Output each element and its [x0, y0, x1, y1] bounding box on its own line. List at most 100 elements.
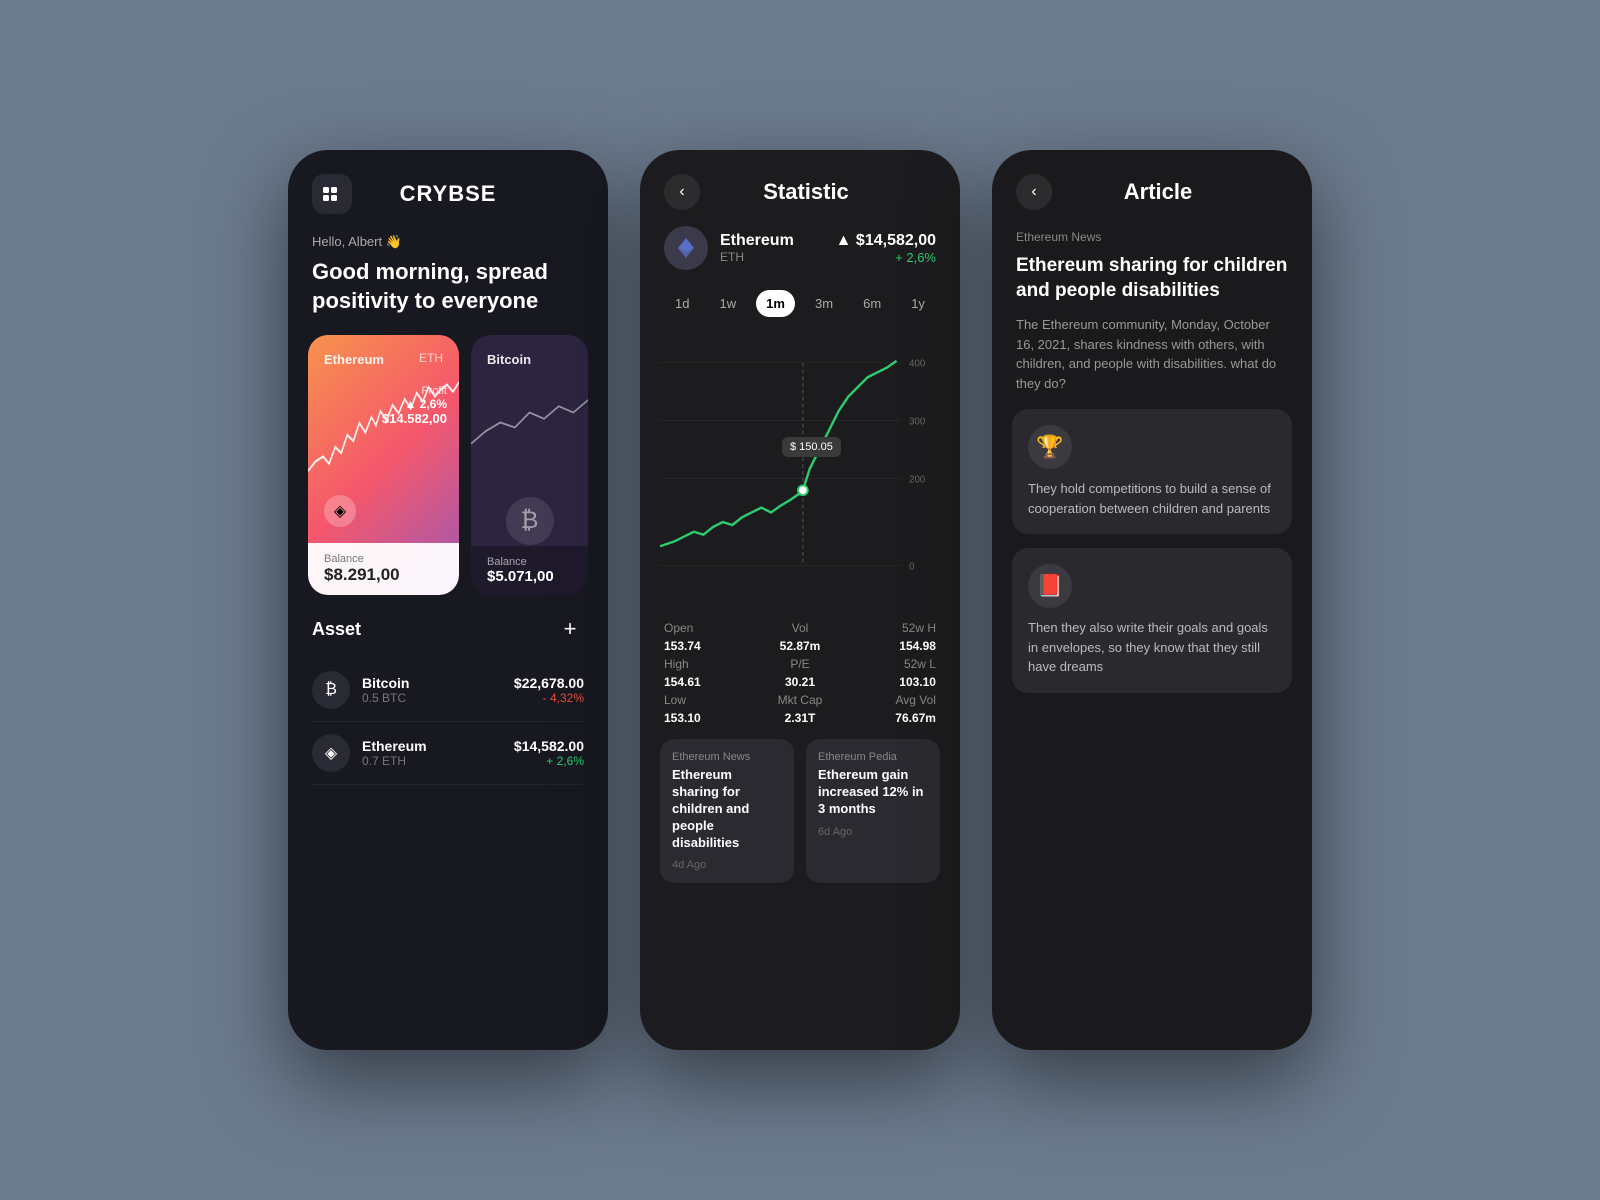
news-section: Ethereum News Ethereum sharing for child… — [640, 725, 960, 883]
article-block-2: 📕 Then they also write their goals and g… — [1012, 548, 1292, 693]
stat-vol-val: 52.87m — [755, 639, 846, 653]
btc-asset-info: Bitcoin 0.5 BTC — [362, 675, 409, 705]
stat-avgvol-label: Avg Vol — [845, 693, 936, 707]
stat-pe-val: 30.21 — [755, 675, 846, 689]
tf-6m[interactable]: 6m — [853, 290, 891, 317]
menu-button[interactable] — [312, 174, 352, 214]
tf-1y[interactable]: 1y — [901, 290, 935, 317]
btc-card[interactable]: Bitcoin ₿ Balance $5.071,00 — [471, 335, 588, 595]
coin-info-row: Ethereum ETH ▲ $14,582,00 + 2,6% — [640, 226, 960, 286]
coin-symbol: ETH — [720, 250, 794, 264]
article-block-1-text: They hold competitions to build a sense … — [1028, 479, 1276, 518]
stat-52wh-val: 154.98 — [845, 639, 936, 653]
tf-1w[interactable]: 1w — [710, 290, 747, 317]
eth-asset-price: $14,582.00 — [514, 738, 584, 754]
svg-text:400: 400 — [909, 359, 925, 370]
greeting-text: Hello, Albert 👋 — [288, 226, 608, 254]
news-card-2[interactable]: Ethereum Pedia Ethereum gain increased 1… — [806, 739, 940, 883]
phones-container: CRYBSE Hello, Albert 👋 Good morning, spr… — [288, 150, 1312, 1050]
btc-icon: ₿ — [506, 497, 554, 545]
coin-change: + 2,6% — [836, 250, 936, 265]
phone-article: ‹ Article Ethereum News Ethereum sharing… — [992, 150, 1312, 1050]
coin-price: ▲ $14,582,00 — [836, 232, 936, 250]
btc-balance-section: Balance $5.071,00 — [471, 546, 588, 595]
coin-price-block: ▲ $14,582,00 + 2,6% — [836, 232, 936, 265]
news-age-1: 4d Ago — [672, 859, 782, 871]
news-card-1[interactable]: Ethereum News Ethereum sharing for child… — [660, 739, 794, 883]
back-button-statistic[interactable]: ‹ — [664, 174, 700, 210]
eth-coin-avatar — [664, 226, 708, 270]
stat-avgvol-val: 76.67m — [845, 711, 936, 725]
tf-3m[interactable]: 3m — [805, 290, 843, 317]
stat-mktcap-label: Mkt Cap — [755, 693, 846, 707]
stat-open-val: 153.74 — [664, 639, 755, 653]
p1-header: CRYBSE — [288, 150, 608, 226]
phone-home: CRYBSE Hello, Albert 👋 Good morning, spr… — [288, 150, 608, 1050]
stat-low-val: 153.10 — [664, 711, 755, 725]
coin-name: Ethereum — [720, 232, 794, 250]
eth-asset-icon: ◈ — [312, 734, 350, 772]
eth-asset-qty: 0.7 ETH — [362, 754, 427, 768]
btc-asset-icon: ₿ — [312, 671, 350, 709]
p3-header: ‹ Article — [992, 150, 1312, 226]
stats-grid: Open Vol 52w H 153.74 52.87m 154.98 High… — [640, 609, 960, 725]
article-source: Ethereum News — [992, 226, 1312, 248]
news-title-1: Ethereum sharing for children and people… — [672, 767, 782, 851]
news-source-2: Ethereum Pedia — [818, 751, 928, 763]
article-block-1: 🏆 They hold competitions to build a sens… — [1012, 409, 1292, 534]
stat-mktcap-val: 2.31T — [755, 711, 846, 725]
btc-asset-change: - 4,32% — [514, 691, 584, 705]
eth-icon: ◈ — [324, 495, 356, 527]
app-logo: CRYBSE — [400, 181, 497, 207]
svg-text:0: 0 — [909, 561, 914, 572]
eth-price-box: $14,582.00 + 2,6% — [514, 738, 584, 768]
svg-text:300: 300 — [909, 417, 925, 428]
statistic-title: Statistic — [712, 179, 900, 205]
tf-1d[interactable]: 1d — [665, 290, 699, 317]
asset-item-btc[interactable]: ₿ Bitcoin 0.5 BTC $22,678.00 - 4,32% — [312, 659, 584, 722]
news-title-2: Ethereum gain increased 12% in 3 months — [818, 767, 928, 818]
article-title: Ethereum sharing for children and people… — [992, 248, 1312, 315]
btc-price-box: $22,678.00 - 4,32% — [514, 675, 584, 705]
coin-name-block: Ethereum ETH — [720, 232, 794, 264]
stat-open-label: Open — [664, 621, 755, 635]
eth-asset-info: Ethereum 0.7 ETH — [362, 738, 427, 768]
eth-asset-name: Ethereum — [362, 738, 427, 754]
asset-title: Asset — [312, 619, 361, 640]
chart-tooltip: $ 150.05 — [782, 437, 841, 457]
eth-balance-val: $8.291,00 — [324, 565, 443, 585]
btc-balance-val: $5.071,00 — [487, 568, 572, 585]
eth-card-ticker: ETH — [419, 351, 443, 365]
add-asset-button[interactable]: + — [556, 615, 584, 643]
btc-balance-label: Balance — [487, 556, 572, 568]
asset-section: Asset + ₿ Bitcoin 0.5 BTC $22,678.00 - 4… — [288, 595, 608, 785]
stat-52wl-label: 52w L — [845, 657, 936, 671]
eth-card[interactable]: Ethereum ETH Profit ▲ 2,6% $14.582,00 ◈ … — [308, 335, 459, 595]
timeframe-selector: 1d 1w 1m 3m 6m 1y — [640, 286, 960, 329]
article-block-2-text: Then they also write their goals and goa… — [1028, 618, 1276, 677]
stat-low-label: Low — [664, 693, 755, 707]
btc-asset-qty: 0.5 BTC — [362, 691, 409, 705]
asset-header: Asset + — [312, 615, 584, 643]
book-icon: 📕 — [1028, 564, 1072, 608]
back-icon-article: ‹ — [1031, 183, 1036, 201]
back-button-article[interactable]: ‹ — [1016, 174, 1052, 210]
phone-statistic: ‹ Statistic Ethereum ETH ▲ $14,582,00 + … — [640, 150, 960, 1050]
trophy-icon: 🏆 — [1028, 425, 1072, 469]
eth-asset-change: + 2,6% — [514, 754, 584, 768]
tf-1m[interactable]: 1m — [756, 290, 795, 317]
stat-pe-label: P/E — [755, 657, 846, 671]
svg-text:200: 200 — [909, 475, 925, 486]
eth-balance-section: Balance $8.291,00 — [308, 543, 459, 595]
btc-chart — [471, 375, 588, 475]
stat-high-label: High — [664, 657, 755, 671]
eth-balance-label: Balance — [324, 553, 443, 565]
asset-item-eth[interactable]: ◈ Ethereum 0.7 ETH $14,582.00 + 2,6% — [312, 722, 584, 785]
stat-52wh-label: 52w H — [845, 621, 936, 635]
stat-52wl-val: 103.10 — [845, 675, 936, 689]
profit-label: Profit — [382, 385, 447, 397]
btc-asset-price: $22,678.00 — [514, 675, 584, 691]
profit-val: $14.582,00 — [382, 411, 447, 426]
price-chart: 400 300 200 0 $ 150.05 — [650, 329, 950, 609]
article-description: The Ethereum community, Monday, October … — [992, 315, 1312, 409]
